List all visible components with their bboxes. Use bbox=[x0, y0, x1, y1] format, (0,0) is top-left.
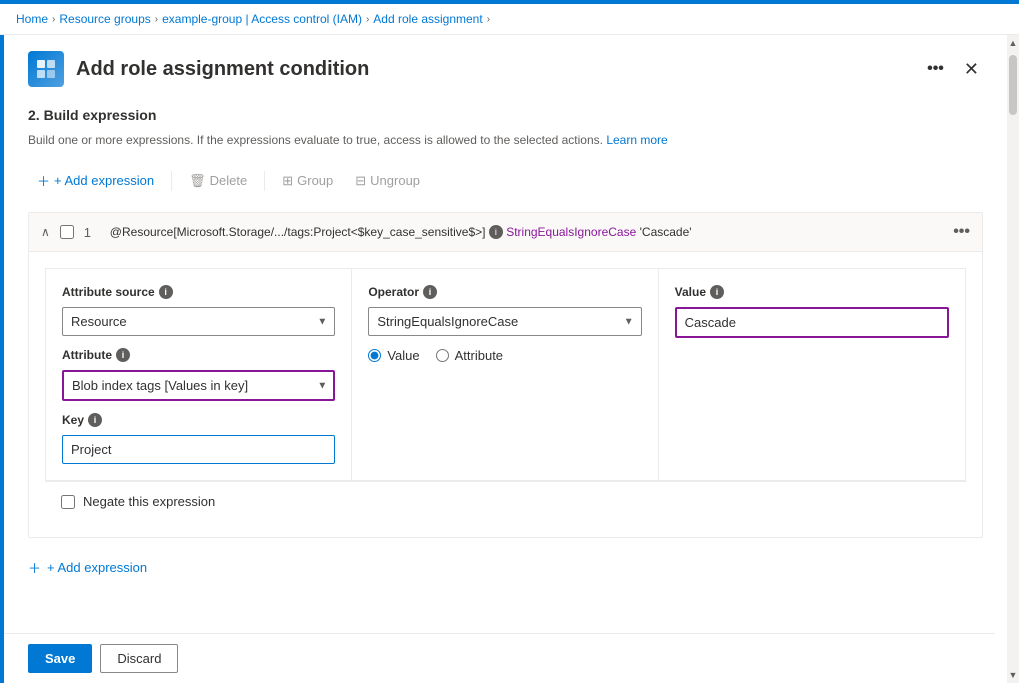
attribute-source-select[interactable]: Resource Request Environment Principal bbox=[62, 307, 335, 336]
page-header-left: Add role assignment condition bbox=[28, 51, 369, 87]
add-expression-link-label: + Add expression bbox=[47, 560, 147, 575]
negate-checkbox[interactable] bbox=[61, 495, 75, 509]
section-title: 2. Build expression bbox=[28, 107, 983, 123]
formula-operator: StringEqualsIgnoreCase bbox=[506, 225, 636, 239]
radio-attribute-label: Attribute bbox=[455, 348, 503, 363]
expression-more-button[interactable]: ••• bbox=[953, 223, 970, 241]
expression-checkbox[interactable] bbox=[60, 225, 74, 239]
attribute-label: Attribute i bbox=[62, 348, 335, 362]
ellipsis-button[interactable]: ••• bbox=[919, 56, 952, 82]
delete-label: Delete bbox=[210, 173, 248, 188]
discard-button[interactable]: Discard bbox=[100, 644, 178, 673]
section-number: 2. bbox=[28, 107, 40, 123]
operator-section: Operator i StringEquals StringEqualsIgno… bbox=[352, 269, 658, 480]
page-icon bbox=[28, 51, 64, 87]
group-icon: ⊞ bbox=[282, 173, 293, 189]
add-expression-plus-icon: ＋ bbox=[28, 558, 41, 577]
key-label: Key i bbox=[62, 413, 335, 427]
scroll-thumb[interactable] bbox=[1009, 55, 1017, 115]
breadcrumb-chevron-4: › bbox=[487, 14, 490, 25]
attribute-source-info-icon[interactable]: i bbox=[159, 285, 173, 299]
scroll-up-arrow[interactable]: ▲ bbox=[1007, 35, 1019, 51]
breadcrumb: Home › Resource groups › example-group |… bbox=[0, 4, 1019, 35]
expression-body: Attribute source i Resource Request Envi… bbox=[29, 252, 982, 537]
expression-formula: @Resource[Microsoft.Storage/.../tags:Pro… bbox=[110, 225, 943, 240]
breadcrumb-access-control[interactable]: example-group | Access control (IAM) bbox=[162, 12, 362, 26]
breadcrumb-chevron-2: › bbox=[155, 14, 158, 25]
operator-select[interactable]: StringEquals StringEqualsIgnoreCase Stri… bbox=[368, 307, 641, 336]
group-button[interactable]: ⊞ Group bbox=[273, 167, 342, 195]
radio-value-option[interactable]: Value bbox=[368, 348, 419, 363]
negate-label[interactable]: Negate this expression bbox=[83, 494, 215, 509]
page-header-actions: ••• ✕ bbox=[919, 55, 983, 84]
scrollbar[interactable]: ▲ ▼ bbox=[1007, 35, 1019, 683]
group-label: Group bbox=[297, 173, 333, 188]
add-expression-toolbar-button[interactable]: ＋ + Add expression bbox=[28, 165, 163, 196]
value-input[interactable] bbox=[675, 307, 949, 338]
section-name: Build expression bbox=[44, 107, 157, 123]
breadcrumb-home[interactable]: Home bbox=[16, 12, 48, 26]
value-type-radio-group: Value Attribute bbox=[368, 348, 641, 363]
radio-value-input[interactable] bbox=[368, 349, 381, 362]
expression-header: ∧ 1 @Resource[Microsoft.Storage/.../tags… bbox=[29, 213, 982, 252]
ungroup-label: Ungroup bbox=[370, 173, 420, 188]
attribute-info-icon[interactable]: i bbox=[116, 348, 130, 362]
attribute-select[interactable]: Blob index tags [Values in key] Blob ind… bbox=[62, 370, 335, 401]
formula-info-icon[interactable]: i bbox=[489, 225, 503, 239]
toolbar-divider-2 bbox=[264, 171, 265, 191]
main-content: Add role assignment condition ••• ✕ 2. B… bbox=[4, 35, 1007, 683]
add-icon: ＋ bbox=[37, 171, 50, 190]
expression-fields: Attribute source i Resource Request Envi… bbox=[45, 268, 966, 481]
value-field-label: Value i bbox=[675, 285, 949, 299]
save-button[interactable]: Save bbox=[28, 644, 92, 673]
value-info-icon[interactable]: i bbox=[710, 285, 724, 299]
ungroup-button[interactable]: ⊟ Ungroup bbox=[346, 167, 429, 195]
radio-value-label: Value bbox=[387, 348, 419, 363]
attribute-select-wrapper: Blob index tags [Values in key] Blob ind… bbox=[62, 370, 335, 401]
breadcrumb-resource-groups[interactable]: Resource groups bbox=[59, 12, 150, 26]
attribute-source-label: Attribute source i bbox=[62, 285, 335, 299]
page-header: Add role assignment condition ••• ✕ bbox=[28, 51, 983, 87]
radio-attribute-option[interactable]: Attribute bbox=[436, 348, 503, 363]
scroll-down-arrow[interactable]: ▼ bbox=[1007, 667, 1019, 683]
key-input[interactable] bbox=[62, 435, 335, 464]
section-description: Build one or more expressions. If the ex… bbox=[28, 131, 983, 149]
toolbar: ＋ + Add expression 🗑 Delete ⊞ Group ⊟ Un… bbox=[28, 165, 983, 196]
breadcrumb-add-role[interactable]: Add role assignment bbox=[373, 12, 482, 26]
breadcrumb-chevron-1: › bbox=[52, 14, 55, 25]
toolbar-divider-1 bbox=[171, 171, 172, 191]
learn-more-link[interactable]: Learn more bbox=[606, 133, 667, 147]
breadcrumb-chevron-3: › bbox=[366, 14, 369, 25]
attribute-source-select-wrapper: Resource Request Environment Principal ▼ bbox=[62, 307, 335, 336]
attribute-source-section: Attribute source i Resource Request Envi… bbox=[46, 269, 352, 480]
expression-container: ∧ 1 @Resource[Microsoft.Storage/.../tags… bbox=[28, 212, 983, 538]
operator-select-wrapper: StringEquals StringEqualsIgnoreCase Stri… bbox=[368, 307, 641, 336]
formula-text: @Resource[Microsoft.Storage/.../tags:Pro… bbox=[110, 225, 486, 239]
expression-number: 1 bbox=[84, 225, 100, 240]
formula-value: 'Cascade' bbox=[640, 225, 692, 239]
delete-icon: 🗑 bbox=[189, 173, 206, 189]
delete-button[interactable]: 🗑 Delete bbox=[180, 167, 256, 195]
operator-info-icon[interactable]: i bbox=[423, 285, 437, 299]
add-expression-label: + Add expression bbox=[54, 173, 154, 188]
negate-section: Negate this expression bbox=[45, 481, 966, 521]
close-button[interactable]: ✕ bbox=[960, 55, 983, 84]
add-expression-link[interactable]: ＋ + Add expression bbox=[28, 550, 983, 585]
footer: Save Discard bbox=[4, 633, 995, 683]
value-section: Value i bbox=[659, 269, 965, 480]
key-info-icon[interactable]: i bbox=[88, 413, 102, 427]
collapse-button[interactable]: ∧ bbox=[41, 225, 50, 239]
operator-label: Operator i bbox=[368, 285, 641, 299]
page-title: Add role assignment condition bbox=[76, 58, 369, 81]
ungroup-icon: ⊟ bbox=[355, 173, 366, 189]
radio-attribute-input[interactable] bbox=[436, 349, 449, 362]
